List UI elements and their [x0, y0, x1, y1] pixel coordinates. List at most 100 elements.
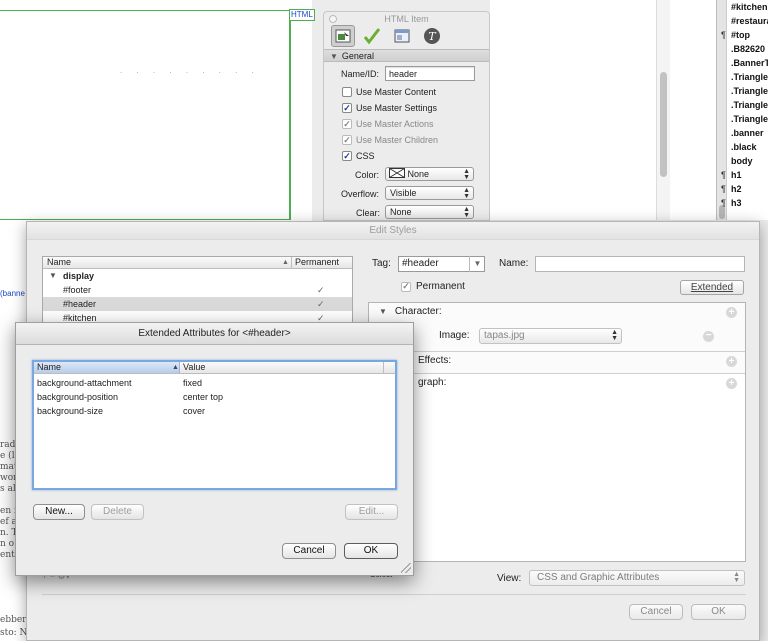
style-item[interactable]: body: [731, 156, 753, 166]
text-line: ebber: [0, 615, 27, 625]
popup-value: tapas.jpg: [484, 330, 525, 341]
checkbox[interactable]: ✓: [401, 281, 411, 292]
popup-value: Visible: [390, 188, 417, 198]
attributes-table[interactable]: Name ▲ Value background-attachment fixed …: [32, 360, 397, 490]
row-label: #footer: [63, 285, 92, 295]
permanent-column-header[interactable]: Permanent: [291, 257, 354, 268]
permanent-checkbox[interactable]: ✓ Permanent: [401, 281, 465, 292]
paragraph-mark-icon: ¶: [721, 170, 726, 180]
checkmark-icon[interactable]: [360, 25, 384, 47]
editor-gap: [490, 0, 716, 220]
checkbox-label: Use Master Settings: [356, 103, 438, 113]
list-item-selected[interactable]: #header ✓: [43, 297, 352, 311]
add-attribute-icon[interactable]: +: [726, 378, 737, 389]
paragraph-section-header[interactable]: graph:: [369, 374, 745, 392]
style-item[interactable]: .B82620: [731, 44, 765, 54]
use-master-children-checkbox[interactable]: ✓ Use Master Children: [342, 135, 438, 145]
extended-button[interactable]: Extended: [680, 280, 744, 295]
permanent-check-icon[interactable]: ✓: [317, 297, 325, 311]
text-line: sto: N: [0, 628, 28, 638]
sort-ascending-icon: ▲: [172, 364, 179, 371]
list-group-display[interactable]: ▼ display: [43, 269, 352, 283]
character-section-header[interactable]: ▼ Character:: [369, 303, 745, 321]
table-row[interactable]: background-size cover: [34, 404, 395, 418]
clear-popup[interactable]: None ▲ ▼: [385, 205, 474, 219]
styles-list-panel: #kitchen #restaura ¶ #top .B82620 .Banner…: [716, 0, 768, 220]
style-item[interactable]: .Triangle: [731, 114, 768, 124]
style-item[interactable]: .Triangle: [731, 100, 768, 110]
style-item[interactable]: ¶ h3: [721, 198, 742, 208]
row-label: display: [63, 271, 95, 281]
style-item[interactable]: #kitchen: [731, 2, 768, 12]
remove-attribute-icon[interactable]: −: [703, 331, 714, 342]
value-column-header[interactable]: Value: [183, 362, 205, 373]
html-item-tag[interactable]: HTML: [289, 9, 315, 21]
scrollbar-thumb[interactable]: [660, 72, 667, 177]
effects-section-header[interactable]: Effects:: [369, 352, 745, 370]
add-attribute-icon[interactable]: +: [726, 356, 737, 367]
attribute-name: background-attachment: [37, 378, 132, 388]
cancel-button[interactable]: Cancel: [629, 604, 683, 620]
style-item[interactable]: .Triangle: [731, 86, 768, 96]
style-item[interactable]: .black: [731, 142, 757, 152]
style-item-label: body: [731, 156, 753, 166]
name-column-header[interactable]: Name: [34, 362, 180, 373]
checkbox[interactable]: [342, 87, 352, 97]
style-item[interactable]: .Triangle: [731, 72, 768, 82]
general-section-header[interactable]: ▼ General: [324, 49, 489, 62]
style-item-label: .BannerT: [731, 58, 768, 68]
attribute-value: center top: [183, 392, 224, 402]
style-name-field[interactable]: [535, 256, 745, 272]
style-item[interactable]: .banner: [731, 128, 764, 138]
name-id-field[interactable]: header: [385, 66, 475, 81]
row-label: #header: [63, 299, 97, 309]
layout-tab-icon[interactable]: [390, 25, 414, 47]
table-row[interactable]: background-position center top: [34, 390, 395, 404]
style-item-label: h1: [731, 170, 742, 180]
cancel-button[interactable]: Cancel: [282, 543, 336, 559]
attribute-name: background-position: [37, 392, 119, 402]
style-item[interactable]: #restaura: [731, 16, 768, 26]
permanent-check-icon[interactable]: ✓: [317, 283, 325, 297]
delete-button[interactable]: Delete: [91, 504, 144, 520]
general-tab-icon[interactable]: [331, 25, 355, 47]
style-item[interactable]: ¶ #top: [721, 30, 750, 40]
vertical-scrollbar[interactable]: [656, 0, 670, 220]
checkbox[interactable]: ✓: [342, 135, 352, 145]
html-item-outline[interactable]: [0, 10, 290, 220]
color-popup[interactable]: None ▲ ▼: [385, 167, 474, 181]
table-row[interactable]: background-attachment fixed: [34, 376, 395, 390]
column-options-header[interactable]: [383, 362, 395, 373]
checkbox[interactable]: ✓: [342, 151, 352, 161]
checkbox[interactable]: ✓: [342, 119, 352, 129]
text-style-icon[interactable]: T: [420, 25, 444, 47]
list-item[interactable]: #footer ✓: [43, 283, 352, 297]
style-item[interactable]: ¶ h1: [721, 170, 742, 180]
paragraph-section: graph: +: [369, 374, 745, 398]
name-column-header[interactable]: Name: [47, 257, 71, 268]
add-attribute-icon[interactable]: +: [726, 307, 737, 318]
ok-button[interactable]: OK: [344, 543, 398, 559]
image-popup[interactable]: tapas.jpg ▲ ▼: [479, 328, 622, 344]
use-master-settings-checkbox[interactable]: ✓ Use Master Settings: [342, 103, 437, 113]
resize-grip-icon[interactable]: [401, 563, 411, 573]
edit-button[interactable]: Edit...: [345, 504, 398, 520]
style-item[interactable]: ¶ h2: [721, 184, 742, 194]
image-label: Image:: [439, 330, 470, 341]
sort-ascending-icon: ▲: [282, 259, 289, 266]
checkbox-label: Use Master Content: [356, 87, 437, 97]
html-item-inspector: HTML Item T ▼ General Name/ID: header Use…: [323, 11, 490, 221]
css-checkbox[interactable]: ✓ CSS: [342, 151, 375, 161]
use-master-content-checkbox[interactable]: Use Master Content: [342, 87, 436, 97]
popup-value: None: [390, 207, 412, 217]
use-master-actions-checkbox[interactable]: ✓ Use Master Actions: [342, 119, 434, 129]
disclosure-triangle-icon[interactable]: ▼: [379, 307, 387, 316]
style-item[interactable]: .BannerT: [731, 58, 768, 68]
view-popup[interactable]: CSS and Graphic Attributes ▲ ▼: [529, 570, 745, 586]
overflow-popup[interactable]: Visible ▲ ▼: [385, 186, 474, 200]
ok-button[interactable]: OK: [691, 604, 746, 620]
tag-dropdown-icon[interactable]: ▼: [469, 256, 485, 272]
new-button[interactable]: New...: [33, 504, 85, 520]
checkbox[interactable]: ✓: [342, 103, 352, 113]
disclosure-triangle-icon[interactable]: ▼: [49, 269, 57, 283]
